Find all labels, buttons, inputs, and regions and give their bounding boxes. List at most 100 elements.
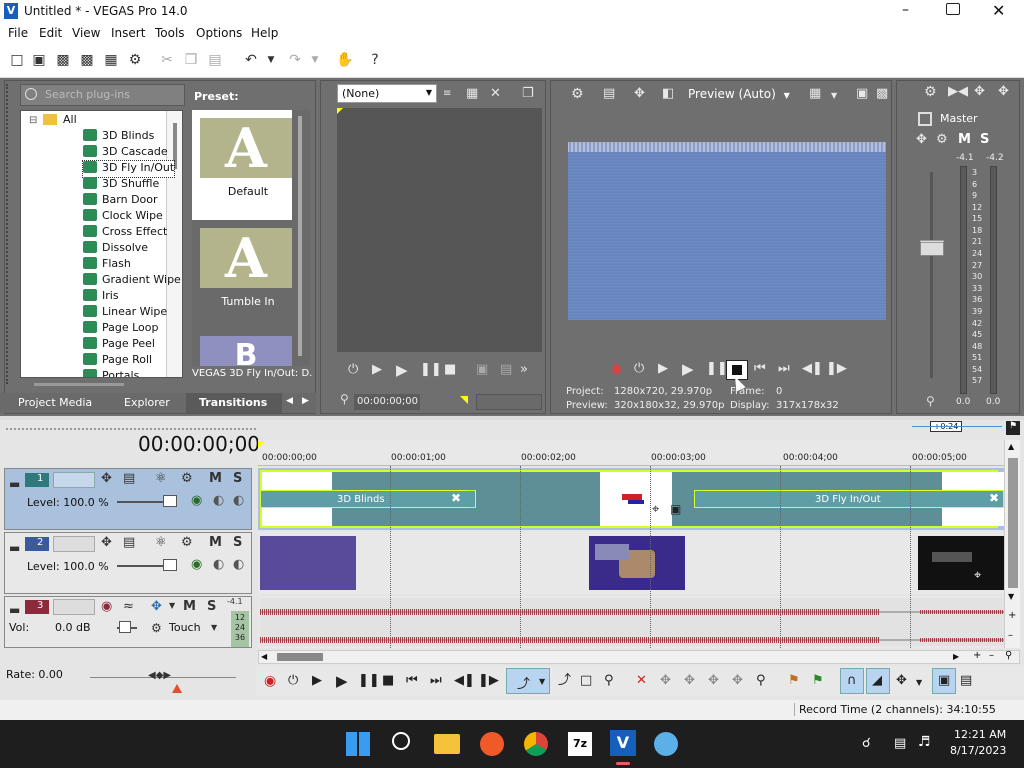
tab-right-icon[interactable]: ▶ <box>302 396 309 406</box>
vegas-taskbar-icon[interactable]: V <box>610 730 636 756</box>
go-to-start-icon[interactable]: ⏮ <box>754 361 766 377</box>
trimmer-timecode[interactable]: 00:00:00;00 <box>354 394 420 410</box>
track-settings-icon[interactable]: ⚙ <box>181 535 193 550</box>
mute-icon[interactable]: M <box>958 132 971 147</box>
video-fx-icon[interactable]: ◧ <box>662 86 674 102</box>
redo-dropdown-icon[interactable]: ▼ <box>306 51 324 69</box>
solo-icon[interactable]: S <box>233 535 242 550</box>
preview-canvas[interactable] <box>568 142 886 320</box>
mask-icon[interactable]: ◐ <box>213 493 224 508</box>
delete-icon[interactable]: ✕ <box>636 673 647 689</box>
composite-icon[interactable]: ◉ <box>191 493 202 508</box>
automation-mode[interactable]: Touch <box>169 621 201 634</box>
cut-icon[interactable]: ✂ <box>158 51 176 69</box>
record-icon[interactable]: ◉ <box>264 673 276 689</box>
solo-icon[interactable]: S <box>980 132 989 147</box>
video-clip[interactable] <box>260 536 356 590</box>
scroll-down-icon[interactable]: ▼ <box>1008 592 1014 601</box>
trimmer-viewport[interactable] <box>337 108 542 352</box>
tab-project-media[interactable]: Project Media <box>18 396 92 409</box>
preset-default[interactable]: A Default <box>192 110 292 220</box>
paste-icon[interactable]: ▤ <box>206 51 224 69</box>
vol-slider-thumb[interactable] <box>119 621 131 633</box>
chevron-down-icon[interactable]: ▼ <box>211 623 217 632</box>
add-track-icon[interactable]: ▤ <box>500 362 512 378</box>
rate-slider-thumb[interactable]: ◀◆▶ <box>148 670 171 681</box>
trim-icon[interactable]: ✥ <box>660 673 671 689</box>
zoom-in-h-icon[interactable]: + <box>973 650 981 661</box>
play-from-start-icon[interactable]: ▶ <box>312 673 322 689</box>
automation-icon[interactable]: ⚙ <box>151 621 162 635</box>
solo-icon[interactable]: S <box>207 599 216 614</box>
plugin-item[interactable]: 3D Shuffle <box>83 177 159 193</box>
dim-icon[interactable]: ✥ <box>974 84 985 100</box>
more-icon[interactable]: » <box>520 362 528 378</box>
composite-icon[interactable]: ◉ <box>191 557 202 572</box>
save-snapshot-icon[interactable]: ▩ <box>876 86 888 102</box>
plugin-search-input[interactable]: Search plug-ins <box>20 84 185 106</box>
go-to-end-icon[interactable]: ⏭ <box>430 673 442 689</box>
bus-fx-icon[interactable]: ⚙ <box>936 132 948 148</box>
plugin-item[interactable]: Page Loop <box>83 321 159 337</box>
clock-time[interactable]: 12:21 AM <box>954 728 1006 741</box>
audio-clip[interactable] <box>260 598 1004 646</box>
maximize-button[interactable] <box>946 3 960 15</box>
track-pan-icon[interactable]: ✥ <box>151 599 162 614</box>
plugin-item[interactable]: 3D Cascade <box>83 145 168 161</box>
tab-explorer[interactable]: Explorer <box>124 396 170 409</box>
menu-edit[interactable]: Edit <box>39 26 62 40</box>
timeline-vscroll[interactable]: ▲ ▼ + – <box>1004 440 1020 648</box>
zoom-tool-icon[interactable]: ⚲ <box>1005 650 1012 661</box>
plugin-item[interactable]: Page Peel <box>83 337 155 353</box>
undo-icon[interactable]: ↶ <box>242 51 260 69</box>
clock-date[interactable]: 8/17/2023 <box>950 744 1006 757</box>
settings-icon[interactable]: ⚙ <box>126 51 144 69</box>
file-explorer-icon[interactable] <box>434 734 460 754</box>
parent-icon[interactable]: ◐ <box>233 557 244 572</box>
compositing-icon[interactable]: ⚛ <box>155 471 167 486</box>
preview-quality-dropdown[interactable]: Preview (Auto) ▼ <box>688 87 790 101</box>
collapse-icon[interactable]: ▬ <box>9 477 20 491</box>
previous-frame-icon[interactable]: ◀❚ <box>454 673 475 689</box>
timeline-timecode[interactable]: 00:00:00;00 <box>138 432 260 456</box>
menu-file[interactable]: File <box>8 26 28 40</box>
previous-frame-icon[interactable]: ◀❚ <box>802 361 823 377</box>
save-icon[interactable]: ▩ <box>54 51 72 69</box>
master-fader[interactable] <box>920 240 944 256</box>
level-slider-thumb[interactable] <box>163 559 177 571</box>
menu-view[interactable]: View <box>72 26 100 40</box>
plugin-item[interactable]: Barn Door <box>83 193 158 209</box>
spellcheck-icon[interactable]: ≡ <box>443 86 451 102</box>
trim-start-icon[interactable]: ✥ <box>684 673 695 689</box>
track-fx-icon[interactable]: ▤ <box>123 535 135 550</box>
compositing-icon[interactable]: ⚛ <box>155 535 167 550</box>
lock-event-icon[interactable]: ⚲ <box>756 673 766 689</box>
display-icon[interactable]: ▤ <box>894 736 906 751</box>
bus-pan-icon[interactable]: ✥ <box>916 132 927 148</box>
plugin-item[interactable]: Cross Effect <box>83 225 167 241</box>
chevron-down-icon[interactable]: ▼ <box>169 601 175 610</box>
plugin-item[interactable]: Gradient Wipe <box>83 273 181 289</box>
copy-snapshot-icon[interactable]: ▣ <box>856 86 868 102</box>
preset-thumbnail-partial[interactable]: B <box>200 336 292 366</box>
tree-hscroll-thumb[interactable] <box>34 383 124 386</box>
track-motion-icon[interactable]: ✥ <box>101 471 112 486</box>
plugin-item[interactable]: Flash <box>83 257 131 273</box>
envelope-tool-icon[interactable]: ⤴ <box>558 673 571 689</box>
collapse-icon[interactable]: ⊟ <box>29 115 37 126</box>
collapse-icon[interactable]: ▬ <box>9 603 20 617</box>
marker-toggle-icon[interactable]: ⚑ <box>1006 421 1020 435</box>
plugin-item[interactable]: Linear Wipe <box>83 305 167 321</box>
firefox-icon[interactable] <box>480 732 504 756</box>
new-icon[interactable]: □ <box>8 51 26 69</box>
7zip-icon[interactable]: 7z <box>568 732 592 756</box>
loop-playback-icon[interactable]: ⏻ <box>288 673 298 689</box>
network-icon[interactable]: ☌ <box>862 736 871 751</box>
loop-playback-icon[interactable]: ⏻ <box>634 361 644 377</box>
paint-icon[interactable] <box>654 732 678 756</box>
plugin-item[interactable]: 3D Blinds <box>83 129 154 145</box>
preset-scrollbar[interactable] <box>298 116 302 356</box>
menu-help[interactable]: Help <box>251 26 278 40</box>
go-to-end-icon[interactable]: ⏭ <box>778 361 790 377</box>
zoom-out-icon[interactable]: – <box>1008 630 1013 641</box>
